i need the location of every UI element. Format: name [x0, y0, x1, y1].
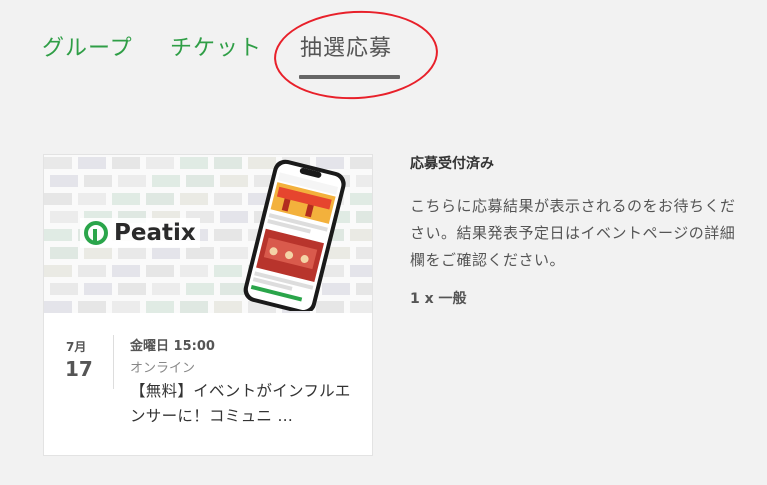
event-info: 金曜日 15:00 オンライン 【無料】イベントがインフルエンサーに！コミュニ …: [130, 335, 366, 429]
mosaic-tile: [112, 265, 140, 277]
mosaic-tile: [118, 283, 146, 295]
mosaic-tile: [180, 265, 208, 277]
mosaic-tile: [78, 157, 106, 169]
mosaic-tile: [50, 211, 78, 223]
mosaic-tile: [112, 157, 140, 169]
mosaic-tile: [152, 283, 180, 295]
mosaic-tile: [84, 283, 112, 295]
date-divider: [113, 335, 114, 389]
mosaic-tile: [146, 193, 174, 205]
event-thumbnail[interactable]: Peatix: [44, 155, 372, 313]
mosaic-tile: [44, 229, 72, 241]
mosaic-tile: [180, 193, 208, 205]
event-month: 7月: [66, 340, 87, 354]
status-title: 応募受付済み: [410, 156, 494, 172]
mosaic-tile: [50, 247, 78, 259]
event-card[interactable]: Peatix 7月 17 金曜日 15:00 オンライン 【無料】イベントがイン…: [43, 154, 373, 456]
status-description: こちらに応募結果が表示されるのをお待ちください。結果発表予定日はイベントページの…: [410, 197, 736, 269]
mosaic-tile: [186, 247, 214, 259]
mosaic-tile: [50, 175, 78, 187]
mosaic-tile: [44, 193, 72, 205]
mosaic-tile: [186, 175, 214, 187]
application-status: 応募受付済み こちらに応募結果が表示されるのをお待ちください。結果発表予定日はイ…: [410, 153, 740, 308]
event-day: 17: [65, 357, 93, 381]
mosaic-tile: [78, 265, 106, 277]
mosaic-tile: [84, 247, 112, 259]
red-circle-annotation: [271, 6, 441, 104]
mosaic-tile: [118, 247, 146, 259]
mosaic-tile: [112, 301, 140, 313]
mosaic-tile: [112, 193, 140, 205]
mosaic-tile: [152, 247, 180, 259]
mosaic-tile: [44, 157, 72, 169]
mosaic-tile: [146, 301, 174, 313]
mosaic-tile: [44, 301, 72, 313]
event-title[interactable]: 【無料】イベントがインフルエンサーに！コミュニ …: [130, 379, 366, 429]
peatix-logo: Peatix: [80, 218, 200, 248]
mosaic-tile: [44, 265, 72, 277]
mosaic-tile: [146, 265, 174, 277]
tab-bar: グループ チケット 抽選応募: [0, 0, 767, 104]
mosaic-tile: [78, 193, 106, 205]
mosaic-tile: [146, 157, 174, 169]
mosaic-tile: [152, 175, 180, 187]
mosaic-tile: [180, 157, 208, 169]
tab-tickets[interactable]: チケット: [170, 30, 262, 62]
event-datetime: 金曜日 15:00: [130, 339, 215, 354]
tab-group[interactable]: グループ: [42, 30, 133, 62]
mosaic-tile: [118, 175, 146, 187]
mosaic-tile: [50, 283, 78, 295]
mosaic-tile: [78, 301, 106, 313]
peatix-logo-text: Peatix: [114, 220, 196, 246]
smartphone-image: [243, 159, 346, 311]
ticket-quantity: 1 x 一般: [410, 291, 467, 307]
mosaic-tile: [84, 175, 112, 187]
peatix-p-icon: [84, 221, 108, 245]
event-venue: オンライン: [130, 361, 196, 376]
mosaic-tile: [180, 301, 208, 313]
mosaic-tile: [186, 283, 214, 295]
